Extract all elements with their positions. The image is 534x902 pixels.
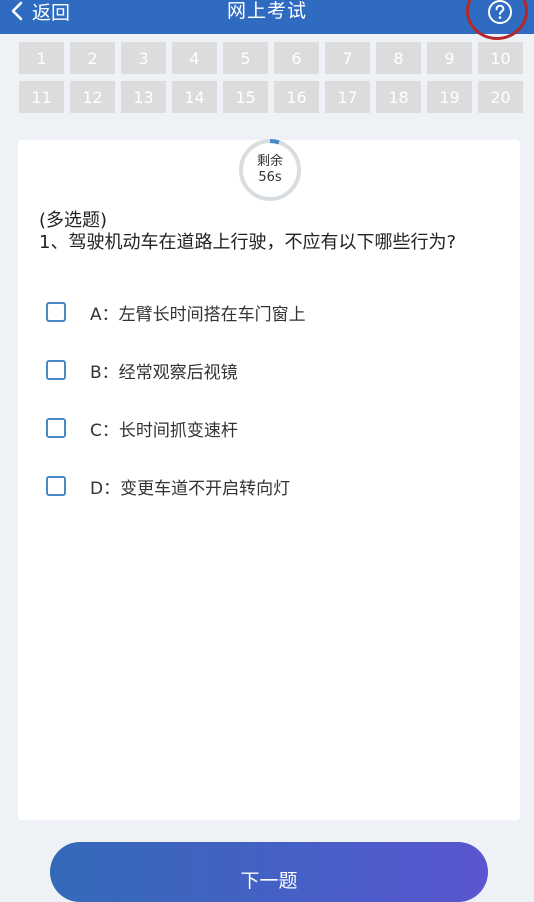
question-card: 剩余 56s (多选题) 1、驾驶机动车在道路上行驶，不应有以下哪些行为? A：…	[18, 138, 520, 820]
question-number-1[interactable]: 1	[19, 42, 64, 74]
answer-option[interactable]: B：经常观察后视镜	[46, 358, 506, 383]
question-number-15[interactable]: 15	[223, 81, 268, 113]
question-number-10[interactable]: 10	[478, 42, 523, 74]
timer-value: 56s	[258, 170, 282, 185]
checkbox[interactable]	[46, 476, 66, 496]
question-number-13[interactable]: 13	[121, 81, 166, 113]
question-number-9[interactable]: 9	[427, 42, 472, 74]
question-number-11[interactable]: 11	[19, 81, 64, 113]
question-number-18[interactable]: 18	[376, 81, 421, 113]
option-label: B：经常观察后视镜	[90, 362, 238, 383]
app-header: 返回 网上考试	[0, 0, 534, 34]
answer-option[interactable]: A：左臂长时间搭在车门窗上	[46, 300, 506, 325]
question-number-4[interactable]: 4	[172, 42, 217, 74]
page-title: 网上考试	[226, 0, 307, 22]
question-number-16[interactable]: 16	[274, 81, 319, 113]
question-number-3[interactable]: 3	[121, 42, 166, 74]
question-circle-icon	[488, 0, 512, 24]
question-number-8[interactable]: 8	[376, 42, 421, 74]
question-number-7[interactable]: 7	[325, 42, 370, 74]
next-question-button[interactable]: 下一题	[50, 842, 488, 902]
question-number-6[interactable]: 6	[274, 42, 319, 74]
question-text: 1、驾驶机动车在道路上行驶，不应有以下哪些行为?	[39, 232, 457, 253]
question-number-14[interactable]: 14	[172, 81, 217, 113]
question-number-5[interactable]: 5	[223, 42, 268, 74]
question-number-12[interactable]: 12	[70, 81, 115, 113]
timer-label: 剩余	[256, 154, 283, 169]
question-number-2[interactable]: 2	[70, 42, 115, 74]
question-number-17[interactable]: 17	[325, 81, 370, 113]
checkbox[interactable]	[46, 360, 66, 380]
question-type: (多选题)	[39, 210, 108, 231]
answer-option[interactable]: C：长时间抓变速杆	[46, 416, 506, 441]
option-label: C：长时间抓变速杆	[90, 420, 238, 441]
help-button[interactable]	[483, 0, 517, 26]
question-number-grid: 1 2 3 4 5 6 7 8 9 10 11 12 13 14 15 16 17 18 19 20	[19, 42, 523, 113]
question-number-19[interactable]: 19	[427, 81, 472, 113]
answer-option[interactable]: D：变更车道不开启转向灯	[46, 474, 506, 499]
option-label: A：左臂长时间搭在车门窗上	[90, 304, 306, 325]
question-number-20[interactable]: 20	[478, 81, 523, 113]
checkbox[interactable]	[46, 302, 66, 322]
answer-options: A：左臂长时间搭在车门窗上 B：经常观察后视镜 C：长时间抓变速杆 D：变更车道不开启…	[46, 300, 506, 532]
checkbox[interactable]	[46, 418, 66, 438]
countdown-timer: 剩余 56s	[238, 138, 302, 202]
option-label: D：变更车道不开启转向灯	[90, 478, 291, 499]
